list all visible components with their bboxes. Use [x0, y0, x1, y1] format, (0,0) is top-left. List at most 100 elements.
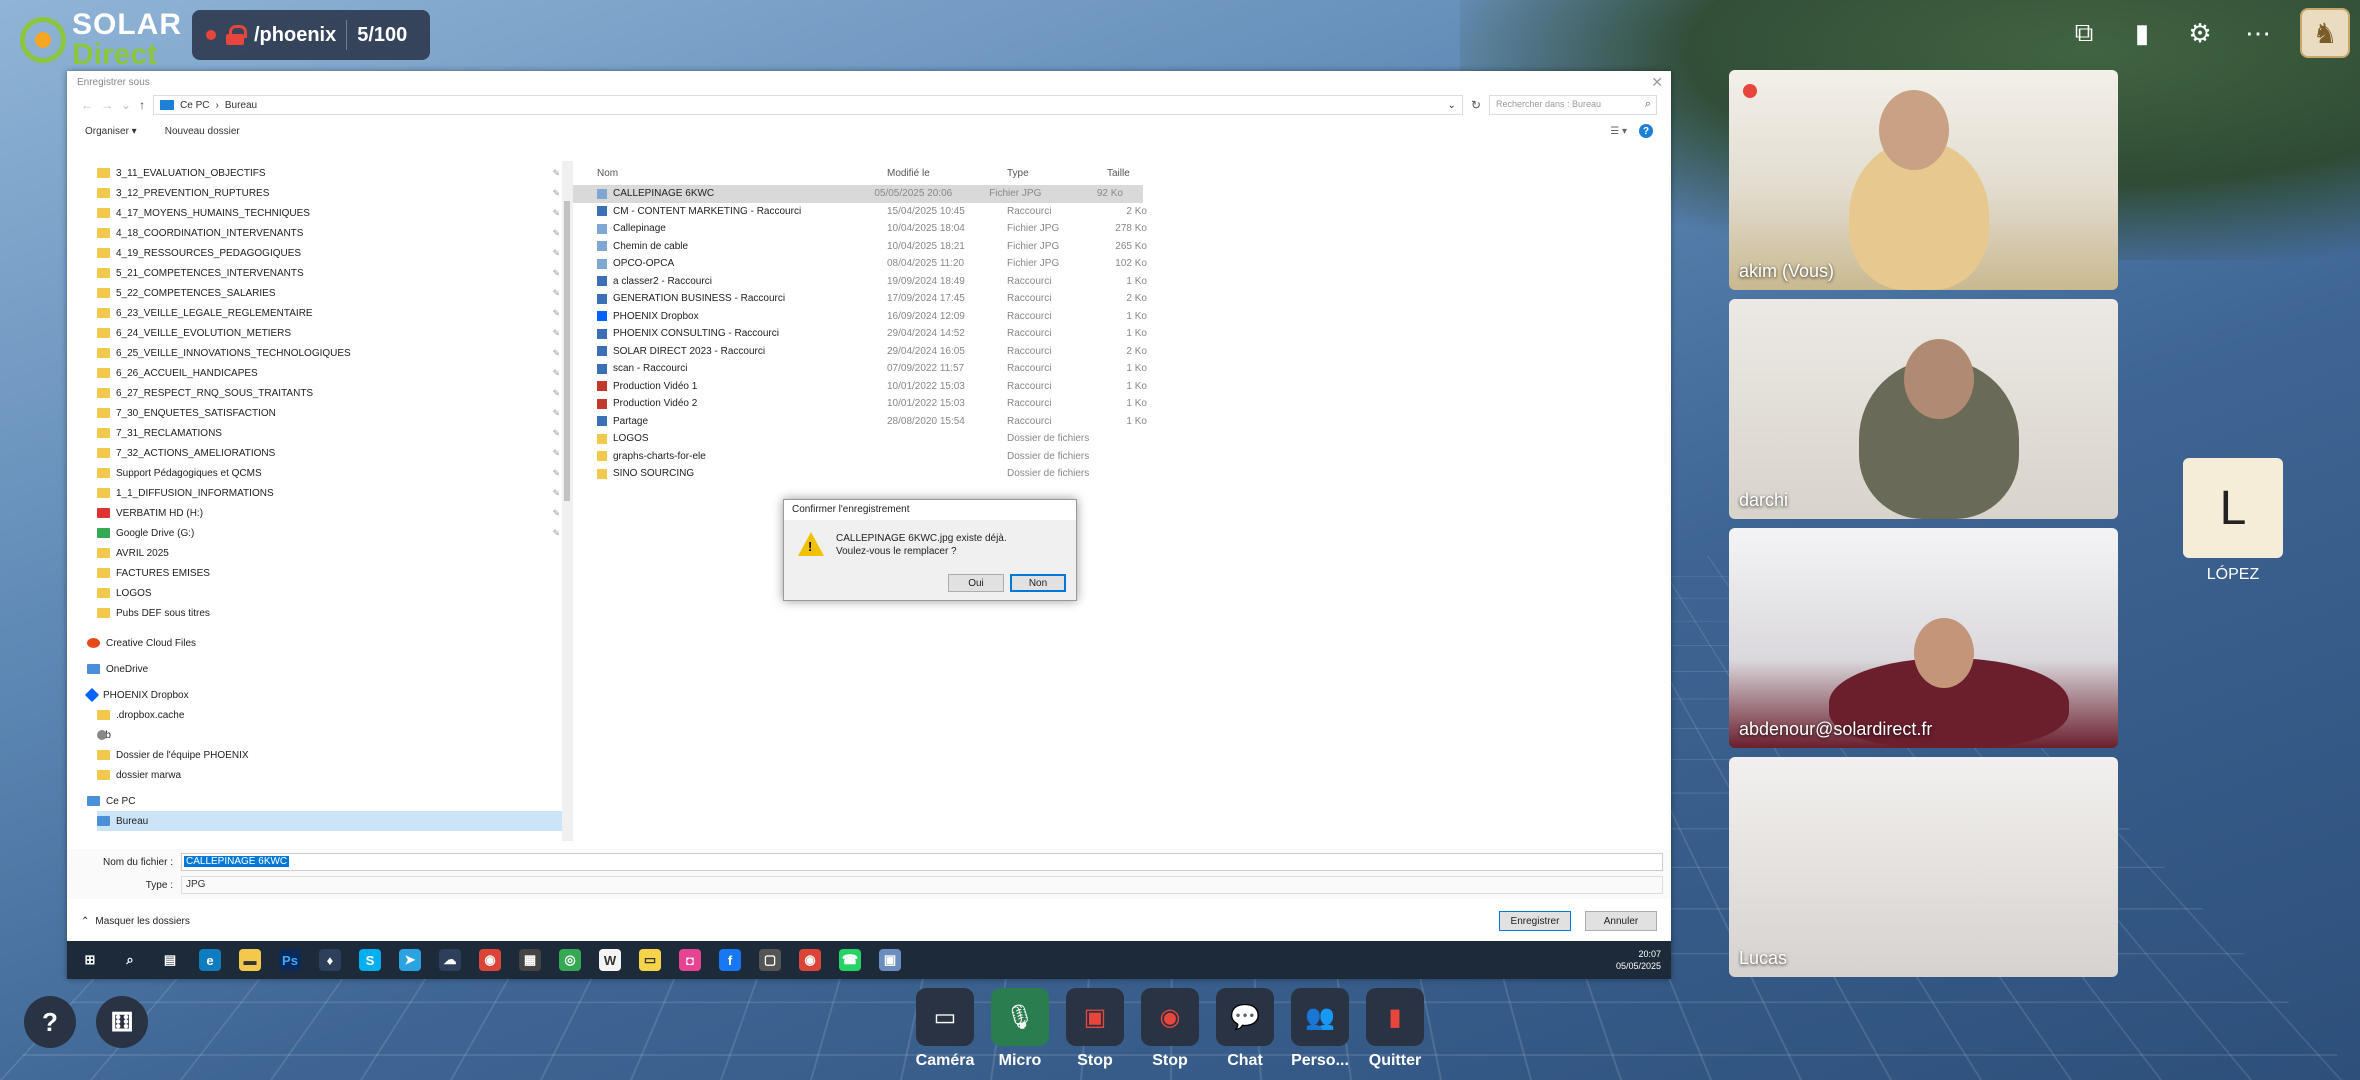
- nav-item[interactable]: AVRIL 2025: [97, 543, 572, 563]
- cancel-button[interactable]: Annuler: [1585, 911, 1657, 931]
- photos-icon[interactable]: ◘: [679, 949, 701, 971]
- participant-tile[interactable]: akim (Vous): [1729, 70, 2118, 290]
- scrollbar-thumb[interactable]: [564, 201, 570, 501]
- task-view-icon[interactable]: ▤: [159, 949, 181, 971]
- nav-item[interactable]: 4_19_RESSOURCES_PEDAGOGIQUES ✎: [97, 243, 572, 263]
- column-type[interactable]: Type: [1007, 168, 1107, 179]
- nav-item[interactable]: 7_32_ACTIONS_AMELIORATIONS ✎: [97, 443, 572, 463]
- nav-item[interactable]: 4_18_COORDINATION_INTERVENANTS ✎: [97, 223, 572, 243]
- view-options-icon[interactable]: ☰ ▾: [1610, 126, 1627, 137]
- nav-item[interactable]: 7_31_RECLAMATIONS ✎: [97, 423, 572, 443]
- file-row[interactable]: SINO SOURCING Dossier de fichiers: [573, 465, 1671, 483]
- user-avatar[interactable]: ♞: [2300, 8, 2350, 58]
- nav-item[interactable]: Ce PC: [87, 791, 572, 811]
- skype-icon[interactable]: S: [359, 949, 381, 971]
- people-icon[interactable]: 👥: [1291, 988, 1349, 1046]
- refresh-icon[interactable]: ↻: [1471, 98, 1481, 112]
- nav-item[interactable]: dossier marwa: [97, 765, 572, 785]
- maps-icon[interactable]: ◎: [559, 949, 581, 971]
- edge-browser-icon[interactable]: e: [199, 949, 221, 971]
- photoshop-icon[interactable]: Ps: [279, 949, 301, 971]
- organize-menu[interactable]: Organiser ▾: [85, 126, 137, 137]
- file-row[interactable]: Partage 28/08/2020 15:54 Raccourci 1 Ko: [573, 413, 1671, 431]
- file-row[interactable]: Chemin de cable 10/04/2025 18:21 Fichier J…: [573, 238, 1671, 256]
- nav-item[interactable]: 6_24_VEILLE_EVOLUTION_METIERS ✎: [97, 323, 572, 343]
- new-folder-button[interactable]: Nouveau dossier: [165, 126, 240, 137]
- nav-item[interactable]: Pubs DEF sous titres: [97, 603, 572, 623]
- participant-tile[interactable]: abdenour@solardirect.fr: [1729, 528, 2118, 748]
- nav-item[interactable]: 5_22_COMPETENCES_SALARIES ✎: [97, 283, 572, 303]
- navigation-pane[interactable]: 3_11_EVALUATION_OBJECTIFS ✎ 3_12_PREVENTIO…: [67, 161, 573, 841]
- nav-item[interactable]: 1_1_DIFFUSION_INFORMATIONS ✎: [97, 483, 572, 503]
- file-row[interactable]: PHOENIX Dropbox 16/09/2024 12:09 Raccourci…: [573, 308, 1671, 326]
- notes-icon[interactable]: ▭: [639, 949, 661, 971]
- nav-item[interactable]: 3_11_EVALUATION_OBJECTIFS ✎: [97, 163, 572, 183]
- record-icon[interactable]: ◉: [1141, 988, 1199, 1046]
- address-dropdown-icon[interactable]: ⌄: [1448, 100, 1456, 111]
- word-icon[interactable]: W: [599, 949, 621, 971]
- microphone-icon[interactable]: 🎙: [991, 988, 1049, 1046]
- breadcrumb-ce-pc[interactable]: Ce PC: [180, 100, 209, 111]
- close-icon[interactable]: ✕: [1651, 74, 1663, 91]
- forward-arrow-icon[interactable]: →: [101, 98, 113, 112]
- gear-icon[interactable]: ⚙: [2184, 17, 2216, 49]
- nav-item[interactable]: PHOENIX Dropbox: [84, 685, 572, 705]
- file-row[interactable]: OPCO-OPCA 08/04/2025 11:20 Fichier JPG 102 …: [573, 255, 1671, 273]
- nav-item[interactable]: FACTURES EMISES: [97, 563, 572, 583]
- column-size[interactable]: Taille: [1107, 168, 1167, 179]
- nav-item[interactable]: 6_27_RESPECT_RNQ_SOUS_TRAITANTS ✎: [97, 383, 572, 403]
- nav-item[interactable]: VERBATIM HD (H:) ✎: [97, 503, 572, 523]
- nav-item[interactable]: 6_25_VEILLE_INNOVATIONS_TECHNOLOGIQUES ✎: [97, 343, 572, 363]
- no-button[interactable]: Non: [1010, 574, 1066, 592]
- file-row[interactable]: scan - Raccourci 07/09/2022 11:57 Raccourc…: [573, 360, 1671, 378]
- file-row[interactable]: SOLAR DIRECT 2023 - Raccourci 29/04/2024 …: [573, 343, 1671, 361]
- calculator-icon[interactable]: ▦: [519, 949, 541, 971]
- quit-icon[interactable]: ▮: [1366, 988, 1424, 1046]
- chrome-profile-icon[interactable]: ◉: [799, 949, 821, 971]
- taskbar-clock[interactable]: 20:07 05/05/2025: [1616, 948, 1671, 972]
- participant-tile[interactable]: darchi: [1729, 299, 2118, 519]
- nav-item[interactable]: 6_26_ACCUEIL_HANDICAPES ✎: [97, 363, 572, 383]
- app-generic-icon[interactable]: ▣: [879, 949, 901, 971]
- nav-item[interactable]: LOGOS: [97, 583, 572, 603]
- control-camera[interactable]: ▭ Caméra: [916, 988, 974, 1070]
- search-input[interactable]: Rechercher dans : Bureau ⌕: [1489, 95, 1657, 115]
- participant-tile[interactable]: Lucas: [1729, 757, 2118, 977]
- up-arrow-icon[interactable]: ↑: [139, 98, 145, 112]
- whatsapp-icon[interactable]: ☎: [839, 949, 861, 971]
- picture-in-picture-icon[interactable]: ⧉: [2068, 17, 2100, 49]
- hide-folders-toggle[interactable]: ⌃ Masquer les dossiers: [81, 916, 190, 927]
- column-name[interactable]: Nom: [597, 168, 887, 179]
- nav-item[interactable]: 6_23_VEILLE_LEGALE_REGLEMENTAIRE ✎: [97, 303, 572, 323]
- address-bar[interactable]: Ce PC › Bureau ⌄: [153, 95, 1463, 115]
- chrome-icon[interactable]: ◉: [479, 949, 501, 971]
- nav-item[interactable]: Google Drive (G:) ✎: [97, 523, 572, 543]
- breadcrumb-bureau[interactable]: Bureau: [225, 100, 257, 111]
- save-button[interactable]: Enregistrer: [1499, 911, 1571, 931]
- file-row[interactable]: graphs-charts-for-ele Dossier de fichiers: [573, 448, 1671, 466]
- chat-icon[interactable]: 💬: [1216, 988, 1274, 1046]
- file-row[interactable]: CM - CONTENT MARKETING - Raccourci 15/04/…: [573, 203, 1671, 221]
- file-list-pane[interactable]: Nom Modifié le Type Taille CALLEPINAGE 6…: [573, 161, 1671, 841]
- recent-chevron-icon[interactable]: ⌄: [121, 98, 131, 112]
- control-screen-share[interactable]: ▣ Stop: [1066, 988, 1124, 1070]
- camera-icon[interactable]: ▭: [916, 988, 974, 1046]
- type-select[interactable]: JPG: [181, 876, 1663, 894]
- nav-item[interactable]: Bureau: [97, 811, 572, 831]
- cloud-app-icon[interactable]: ☁: [439, 949, 461, 971]
- screen-share-icon[interactable]: ▣: [1066, 988, 1124, 1046]
- file-explorer-icon[interactable]: ▬: [239, 949, 261, 971]
- file-row[interactable]: PHOENIX CONSULTING - Raccourci 29/04/2024…: [573, 325, 1671, 343]
- nav-item[interactable]: .dropbox.cache: [97, 705, 572, 725]
- file-row[interactable]: CALLEPINAGE 6KWC 05/05/2025 20:06 Fichier …: [573, 185, 1143, 203]
- nav-item[interactable]: OneDrive: [87, 659, 572, 679]
- windows-start-icon[interactable]: ⊞: [79, 949, 101, 971]
- help-button[interactable]: ?: [24, 996, 76, 1048]
- control-record[interactable]: ◉ Stop: [1141, 988, 1199, 1070]
- yes-button[interactable]: Oui: [948, 574, 1004, 592]
- navigation-scrollbar[interactable]: [562, 161, 572, 841]
- telegram-icon[interactable]: ➤: [399, 949, 421, 971]
- file-row[interactable]: Callepinage 10/04/2025 18:04 Fichier JPG 27…: [573, 220, 1671, 238]
- gift-icon[interactable]: ⚅: [96, 996, 148, 1048]
- help-icon[interactable]: ?: [1639, 124, 1653, 138]
